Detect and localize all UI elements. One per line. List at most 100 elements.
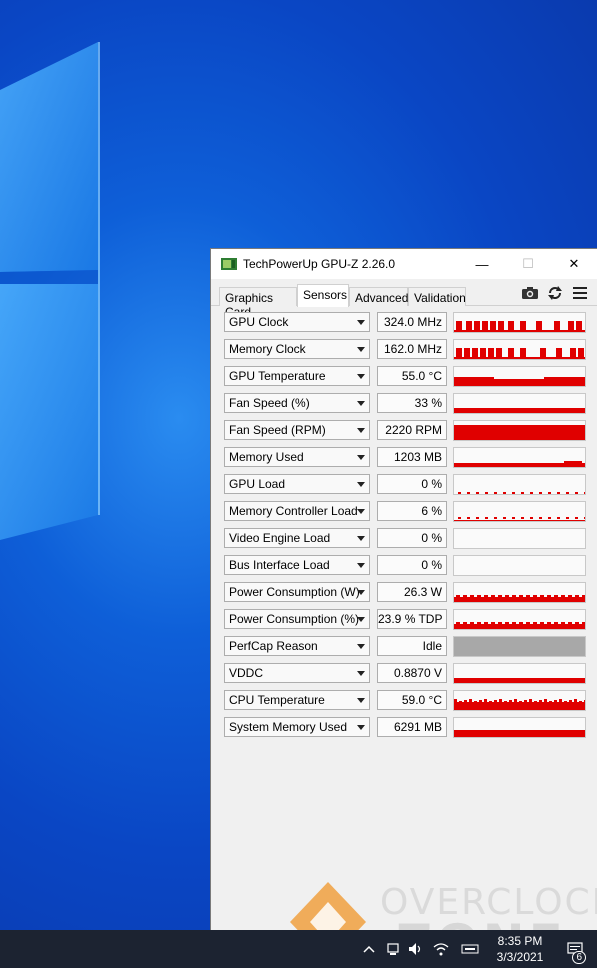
sensor-value: 1203 MB bbox=[377, 447, 447, 467]
sensor-select[interactable]: System Memory Used bbox=[224, 717, 370, 737]
sensor-value: 2220 RPM bbox=[377, 420, 447, 440]
sensor-value: Idle bbox=[377, 636, 447, 656]
sensor-select[interactable]: Fan Speed (RPM) bbox=[224, 420, 370, 440]
sensor-row: GPU Load 0 % bbox=[224, 474, 586, 496]
notification-count-badge: 6 bbox=[572, 951, 586, 964]
dropdown-arrow-icon bbox=[357, 428, 365, 433]
sensor-row: GPU Temperature 55.0 °C bbox=[224, 366, 586, 388]
sensor-value: 6291 MB bbox=[377, 717, 447, 737]
tab-bar: Graphics Card Sensors Advanced Validatio… bbox=[211, 279, 597, 319]
tab-sensors[interactable]: Sensors bbox=[297, 284, 349, 307]
minimize-icon: — bbox=[475, 256, 489, 272]
title-bar[interactable]: TechPowerUp GPU-Z 2.26.0 — ☐ ✕ bbox=[211, 249, 597, 279]
close-icon: ✕ bbox=[568, 256, 580, 271]
sensor-select[interactable]: GPU Temperature bbox=[224, 366, 370, 386]
gpuz-window[interactable]: TechPowerUp GPU-Z 2.26.0 — ☐ ✕ Graphics … bbox=[210, 248, 597, 930]
tab-graphics-card[interactable]: Graphics Card bbox=[219, 287, 297, 319]
sensor-select[interactable]: Bus Interface Load bbox=[224, 555, 370, 575]
sensor-graph bbox=[453, 366, 586, 387]
refresh-icon[interactable] bbox=[546, 285, 564, 301]
sensor-label: Power Consumption (%) bbox=[229, 612, 360, 626]
sensor-value: 33 % bbox=[377, 393, 447, 413]
dropdown-arrow-icon bbox=[357, 698, 365, 703]
sensor-graph bbox=[453, 717, 586, 738]
taskbar-clock[interactable]: 8:35 PM 3/3/2021 bbox=[490, 933, 550, 965]
sensor-label: Fan Speed (%) bbox=[229, 396, 310, 410]
dropdown-arrow-icon bbox=[357, 320, 365, 325]
dropdown-arrow-icon bbox=[357, 644, 365, 649]
tab-validation[interactable]: Validation bbox=[408, 287, 466, 306]
minimize-button[interactable]: — bbox=[459, 249, 505, 279]
sensor-select[interactable]: Memory Controller Load bbox=[224, 501, 370, 521]
sensor-select[interactable]: PerfCap Reason bbox=[224, 636, 370, 656]
notification-center-button[interactable]: 6 bbox=[560, 930, 590, 968]
sensor-row: GPU Clock 324.0 MHz bbox=[224, 312, 586, 334]
dropdown-arrow-icon bbox=[357, 590, 365, 595]
sensor-select[interactable]: VDDC bbox=[224, 663, 370, 683]
sensor-row: CPU Temperature 59.0 °C bbox=[224, 690, 586, 712]
sensor-label: Power Consumption (W) bbox=[229, 585, 360, 599]
sensor-select[interactable]: Power Consumption (W) bbox=[224, 582, 370, 602]
clock-time: 8:35 PM bbox=[497, 934, 543, 948]
menu-icon[interactable] bbox=[571, 285, 589, 301]
sensor-select[interactable]: GPU Load bbox=[224, 474, 370, 494]
sensor-graph bbox=[453, 555, 586, 576]
sensor-graph bbox=[453, 420, 586, 441]
sensor-value: 0.8870 V bbox=[377, 663, 447, 683]
sensor-row: Bus Interface Load 0 % bbox=[224, 555, 586, 577]
dropdown-arrow-icon bbox=[357, 509, 365, 514]
sensor-label: Bus Interface Load bbox=[229, 558, 330, 572]
sensor-row: Power Consumption (W) 26.3 W bbox=[224, 582, 586, 604]
sensor-value: 0 % bbox=[377, 528, 447, 548]
chevron-up-icon[interactable] bbox=[360, 930, 378, 968]
dropdown-arrow-icon bbox=[357, 401, 365, 406]
dropdown-arrow-icon bbox=[357, 455, 365, 460]
sensor-value: 26.3 W bbox=[377, 582, 447, 602]
sensor-row: VDDC 0.8870 V bbox=[224, 663, 586, 685]
input-language-icon[interactable] bbox=[458, 930, 482, 968]
camera-icon[interactable] bbox=[521, 285, 539, 301]
sensor-select[interactable]: GPU Clock bbox=[224, 312, 370, 332]
sensor-select[interactable]: Power Consumption (%) bbox=[224, 609, 370, 629]
sensor-value: 55.0 °C bbox=[377, 366, 447, 386]
speaker-icon[interactable] bbox=[406, 930, 426, 968]
sensor-value: 6 % bbox=[377, 501, 447, 521]
dropdown-arrow-icon bbox=[357, 536, 365, 541]
sensor-row: Memory Clock 162.0 MHz bbox=[224, 339, 586, 361]
sensor-select[interactable]: Video Engine Load bbox=[224, 528, 370, 548]
sensor-graph bbox=[453, 528, 586, 549]
sensor-row: Power Consumption (%) 23.9 % TDP bbox=[224, 609, 586, 631]
sensor-row: Video Engine Load 0 % bbox=[224, 528, 586, 550]
gpuz-app-icon bbox=[221, 258, 237, 270]
sensor-value: 0 % bbox=[377, 555, 447, 575]
window-title: TechPowerUp GPU-Z 2.26.0 bbox=[243, 257, 396, 271]
sensor-row: PerfCap Reason Idle bbox=[224, 636, 586, 658]
sensor-graph bbox=[453, 474, 586, 495]
close-button[interactable]: ✕ bbox=[551, 249, 597, 279]
sensor-value: 59.0 °C bbox=[377, 690, 447, 710]
sensor-select[interactable]: Memory Used bbox=[224, 447, 370, 467]
sensor-label: Memory Used bbox=[229, 450, 304, 464]
maximize-icon: ☐ bbox=[522, 256, 534, 271]
maximize-button: ☐ bbox=[505, 249, 551, 279]
device-icon[interactable] bbox=[384, 930, 402, 968]
wifi-icon[interactable] bbox=[430, 930, 452, 968]
dropdown-arrow-icon bbox=[357, 671, 365, 676]
sensor-graph bbox=[453, 609, 586, 630]
sensor-label: PerfCap Reason bbox=[229, 639, 318, 653]
sensor-graph bbox=[453, 312, 586, 333]
tab-advanced[interactable]: Advanced bbox=[349, 287, 408, 306]
sensor-label: GPU Temperature bbox=[229, 369, 326, 383]
clock-date: 3/3/2021 bbox=[496, 950, 544, 964]
sensor-select[interactable]: Fan Speed (%) bbox=[224, 393, 370, 413]
sensor-value: 23.9 % TDP bbox=[377, 609, 447, 629]
sensor-row: Fan Speed (RPM) 2220 RPM bbox=[224, 420, 586, 442]
sensor-row: System Memory Used 6291 MB bbox=[224, 717, 586, 739]
sensor-label: Memory Clock bbox=[229, 342, 306, 356]
sensor-graph bbox=[453, 690, 586, 711]
sensor-graph bbox=[453, 582, 586, 603]
sensor-graph bbox=[453, 339, 586, 360]
sensor-select[interactable]: Memory Clock bbox=[224, 339, 370, 359]
sensor-select[interactable]: CPU Temperature bbox=[224, 690, 370, 710]
sensor-row: Memory Controller Load 6 % bbox=[224, 501, 586, 523]
